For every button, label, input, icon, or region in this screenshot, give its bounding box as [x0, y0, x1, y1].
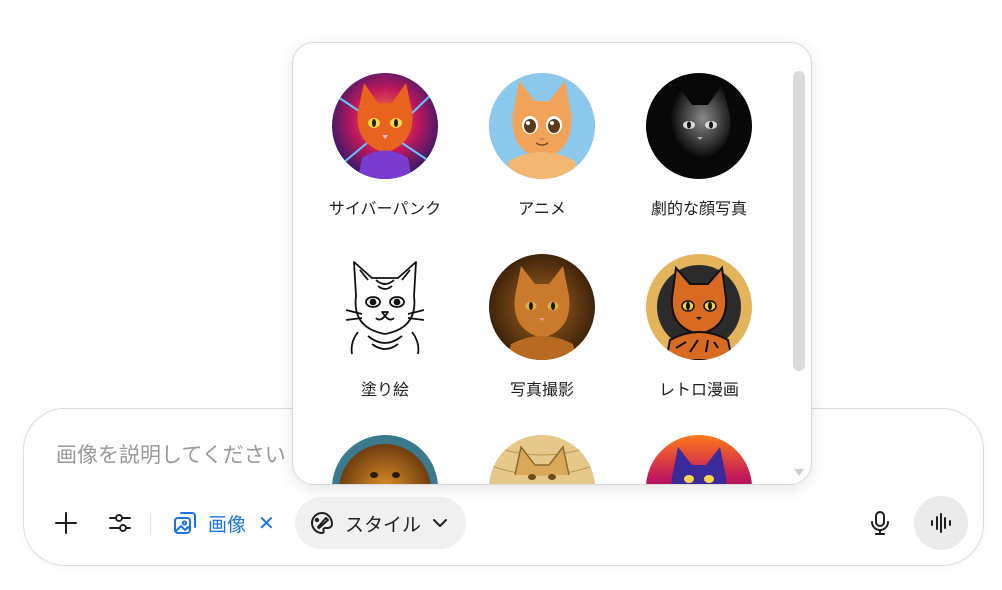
microphone-button[interactable] — [860, 499, 900, 547]
style-option-lion[interactable] — [305, 435, 465, 484]
style-option-neon[interactable] — [619, 435, 779, 484]
line-art-cat-thumbnail — [345, 261, 425, 355]
anime-cat-thumbnail — [489, 73, 595, 179]
dramatic-cat-thumbnail — [646, 73, 752, 179]
image-mode-chip[interactable]: 画像 ✕ — [172, 501, 275, 545]
style-option-retro-comic[interactable]: レトロ漫画 — [619, 254, 779, 414]
composer-toolbar: 画像 ✕ スタイル — [24, 496, 983, 550]
sliders-icon — [109, 514, 131, 532]
voice-mode-button[interactable] — [914, 496, 968, 550]
style-option-coloring-book[interactable]: 塗り絵 — [305, 254, 465, 414]
style-chip-label: スタイル — [345, 513, 422, 536]
style-option-anime[interactable]: アニメ — [462, 73, 622, 233]
style-menu-popup: サイバーパンク アニメ 劇的な顔写真 塗り絵 写真撮影 レトロ漫画 — [292, 42, 812, 485]
settings-button[interactable] — [100, 499, 140, 547]
voice-waveform-icon — [931, 513, 951, 533]
add-button[interactable] — [46, 499, 86, 547]
style-dropdown-button[interactable]: スタイル — [295, 497, 466, 549]
style-grid: サイバーパンク アニメ 劇的な顔写真 塗り絵 写真撮影 レトロ漫画 — [293, 43, 789, 484]
style-option-label: アニメ — [518, 199, 566, 218]
style-option-label: 劇的な顔写真 — [650, 199, 747, 218]
scroll-down-arrow-icon[interactable] — [794, 469, 804, 476]
image-chip-label: 画像 — [208, 513, 247, 536]
plus-icon — [55, 512, 77, 534]
cyberpunk-cat-thumbnail — [332, 73, 438, 179]
chevron-down-icon — [433, 519, 448, 527]
style-option-photography[interactable]: 写真撮影 — [462, 254, 622, 414]
lion-cat-thumbnail — [332, 435, 438, 484]
scrollbar-thumb[interactable] — [793, 71, 805, 371]
close-icon[interactable]: ✕ — [258, 511, 275, 535]
style-option-sketch[interactable] — [462, 435, 622, 484]
photo-cat-thumbnail — [489, 254, 595, 360]
style-option-label: レトロ漫画 — [658, 380, 739, 399]
neon-cat-thumbnail — [646, 435, 752, 484]
style-option-label: 塗り絵 — [360, 380, 409, 399]
image-search-icon — [174, 512, 196, 534]
retro-comic-cat-thumbnail — [646, 254, 752, 360]
palette-brush-icon — [311, 512, 333, 534]
sketch-cat-thumbnail — [489, 435, 595, 484]
style-option-dramatic-portrait[interactable]: 劇的な顔写真 — [619, 73, 779, 233]
toolbar-divider — [150, 513, 151, 535]
style-option-label: サイバーパンク — [328, 199, 442, 218]
microphone-icon — [871, 511, 889, 535]
prompt-input[interactable]: 画像を説明してください — [56, 439, 286, 469]
popup-scrollbar[interactable] — [792, 51, 806, 476]
style-option-label: 写真撮影 — [509, 380, 574, 399]
style-option-cyberpunk[interactable]: サイバーパンク — [305, 73, 465, 233]
